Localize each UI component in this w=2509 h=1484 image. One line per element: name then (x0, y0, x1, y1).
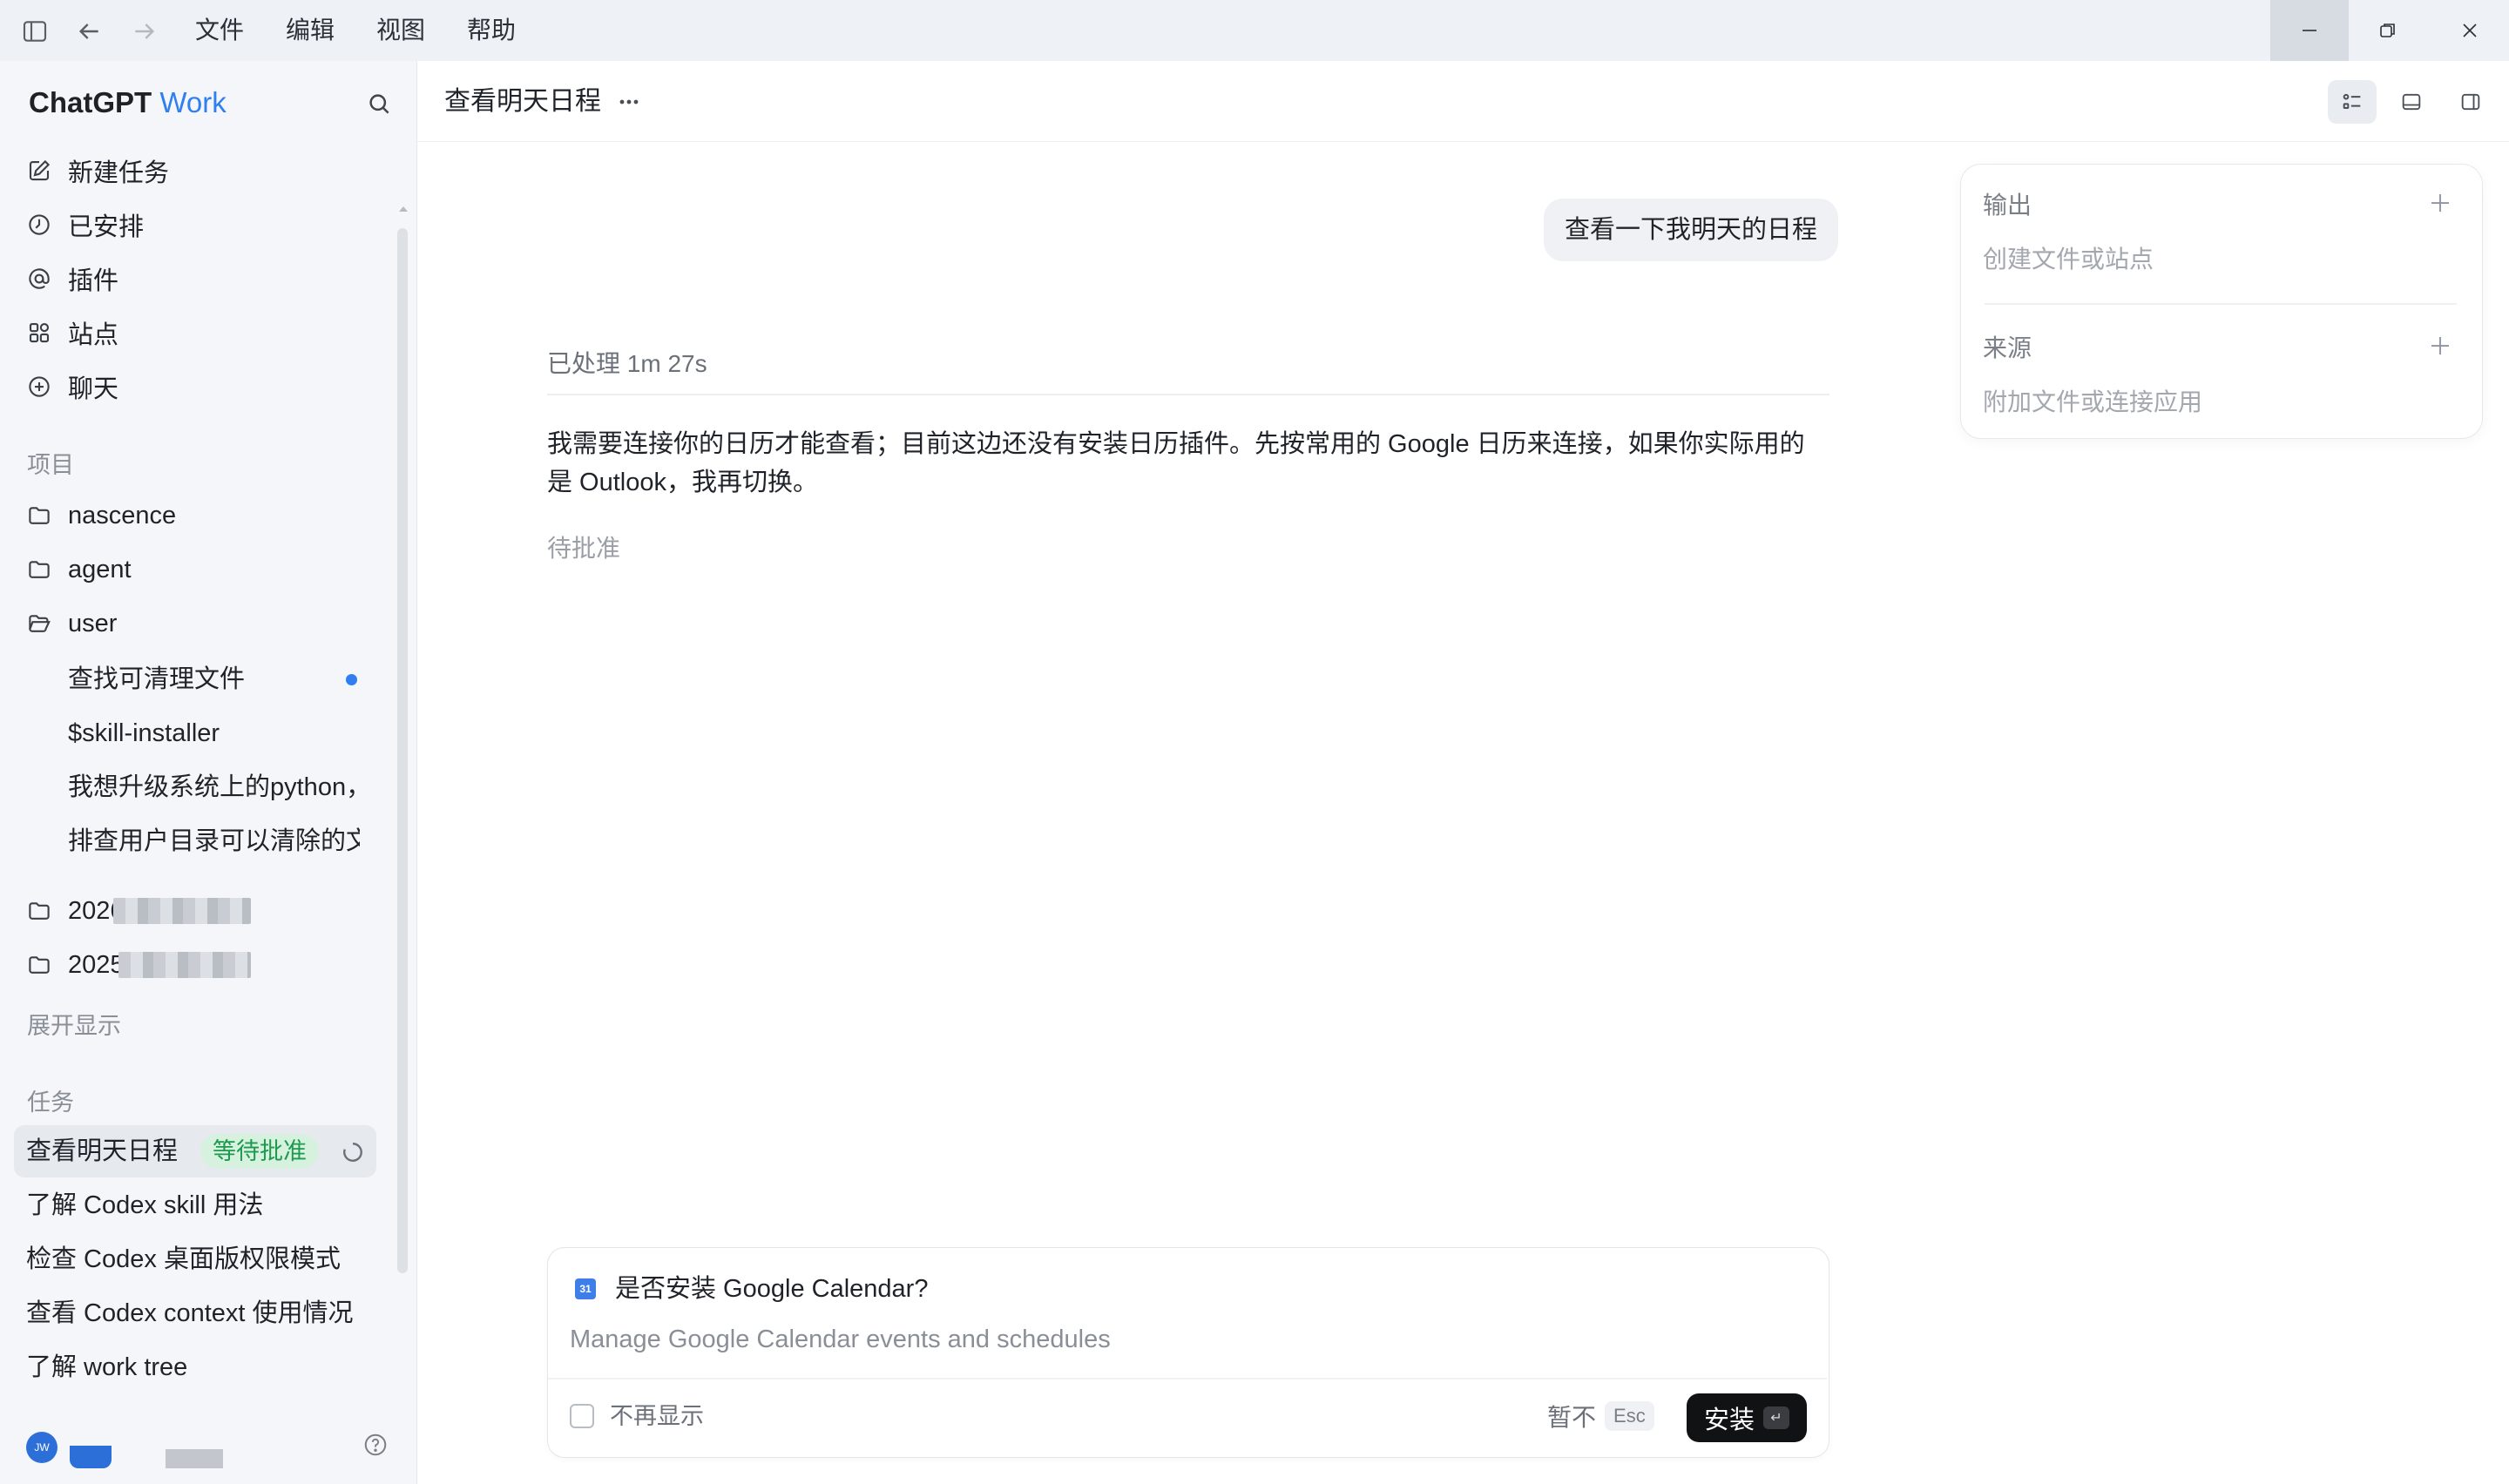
project-item-blurred[interactable]: 2026 (26, 894, 125, 928)
nav-new-task[interactable]: 新建任务 (26, 153, 169, 188)
list-item[interactable]: 我想升级系统上的python， (68, 770, 360, 805)
projects-section-label: 项目 (27, 452, 74, 478)
project-item-blurred[interactable]: 2025 (26, 948, 125, 982)
edit-icon (26, 158, 52, 184)
approval-status-text: 待批准 (547, 535, 621, 562)
project-label: 2025 (68, 950, 125, 979)
back-arrow-icon[interactable] (75, 17, 103, 45)
project-label: agent (68, 555, 132, 583)
folder-open-icon (26, 610, 52, 637)
list-item[interactable]: $skill-installer (68, 716, 360, 751)
source-section-subtitle: 附加文件或连接应用 (1983, 388, 2203, 415)
project-item-nascence[interactable]: nascence (26, 498, 176, 533)
task-item-active[interactable]: 查看明天日程 (26, 1134, 178, 1169)
project-item-agent[interactable]: agent (26, 552, 132, 587)
sidebar-toggle-icon[interactable] (21, 17, 49, 45)
scroll-up-arrow-icon[interactable] (396, 202, 410, 216)
clock-icon (26, 212, 52, 238)
dialog-title: 是否安装 Google Calendar? (615, 1275, 929, 1303)
app-brand: ChatGPT Work (29, 85, 227, 120)
bottom-panel-button[interactable] (2387, 80, 2436, 124)
enter-key-icon: ↵ (1763, 1406, 1789, 1429)
minimize-button[interactable] (2270, 0, 2349, 61)
project-label: nascence (68, 501, 177, 530)
menu-file[interactable]: 文件 (195, 16, 244, 45)
task-item[interactable]: 了解 Codex skill 用法 (26, 1188, 263, 1223)
dialog-description: Manage Google Calendar events and schedu… (570, 1325, 1111, 1353)
more-options-icon[interactable] (615, 91, 643, 113)
folder-icon (26, 898, 52, 924)
skip-label: 暂不 (1547, 1404, 1597, 1431)
user-message-bubble: 查看一下我明天的日程 (1544, 199, 1839, 261)
nav-label: 插件 (68, 267, 119, 295)
brand-name: ChatGPT (29, 86, 152, 118)
add-source-plus-icon[interactable] (2427, 333, 2453, 359)
avatar[interactable]: JW (26, 1432, 57, 1463)
expand-more-link[interactable]: 展开显示 (27, 1007, 121, 1041)
checkbox-label[interactable]: 不再显示 (610, 1400, 704, 1432)
sidebar-scrollbar[interactable] (397, 228, 408, 1273)
esc-key-hint: Esc (1605, 1401, 1654, 1431)
nav-sites[interactable]: 站点 (26, 315, 118, 350)
nav-label: 已安排 (68, 213, 145, 241)
panel-bottom-icon (2399, 90, 2424, 114)
redacted-block (70, 1446, 112, 1468)
list-icon (2340, 90, 2364, 114)
plus-circle-icon (26, 374, 52, 400)
at-icon (26, 266, 52, 292)
menu-edit[interactable]: 编辑 (286, 16, 335, 45)
output-section-title: 输出 (1983, 192, 2032, 219)
menu-view[interactable]: 视图 (376, 16, 425, 45)
tasks-section-label: 任务 (27, 1089, 74, 1116)
main-header (417, 61, 2509, 142)
skip-button[interactable]: 暂不 Esc (1547, 1399, 1654, 1433)
assistant-message: 我需要连接你的日历才能查看；目前这边还没有安装日历插件。先按常用的 Google… (547, 430, 1805, 496)
google-calendar-icon: 31 (575, 1278, 596, 1299)
nav-plugins[interactable]: 插件 (26, 261, 118, 296)
dont-show-again-checkbox[interactable] (570, 1404, 594, 1428)
source-section-title: 来源 (1983, 334, 2032, 361)
project-label: user (68, 609, 118, 637)
task-item[interactable]: 了解 work tree (26, 1350, 187, 1385)
nav-chat[interactable]: 聊天 (26, 369, 118, 404)
project-item-user[interactable]: user (26, 606, 117, 641)
list-item[interactable]: 查找可清理文件 (68, 662, 360, 697)
divider (1985, 303, 2457, 305)
folder-icon (26, 503, 52, 529)
nav-label: 聊天 (68, 375, 119, 403)
nav-scheduled[interactable]: 已安排 (26, 207, 144, 242)
unread-dot (346, 674, 357, 685)
install-label: 安装 (1703, 1406, 1755, 1434)
folder-icon (26, 556, 52, 583)
redacted-block (113, 898, 251, 924)
add-output-plus-icon[interactable] (2427, 190, 2453, 216)
task-item[interactable]: 查看 Codex context 使用情况 (26, 1296, 357, 1331)
menu-help[interactable]: 帮助 (467, 16, 516, 45)
search-icon[interactable] (366, 91, 392, 117)
panel-right-icon (2458, 90, 2483, 114)
folder-icon (26, 952, 52, 978)
redacted-block (166, 1449, 223, 1468)
task-item[interactable]: 检查 Codex 桌面版权限模式 (26, 1242, 341, 1277)
redacted-block (118, 952, 251, 978)
status-badge: 等待批准 (200, 1134, 319, 1169)
restore-button[interactable] (2349, 0, 2427, 61)
output-section-subtitle: 创建文件或站点 (1983, 246, 2154, 273)
nav-label: 新建任务 (68, 159, 170, 187)
outline-panel-button[interactable] (2328, 80, 2377, 124)
list-item[interactable]: 排查用户目录可以清除的文件 (68, 824, 360, 859)
divider (548, 1378, 1827, 1379)
loading-spinner-icon (342, 1141, 364, 1164)
brand-suffix: Work (159, 86, 227, 118)
divider (547, 394, 1829, 395)
forward-arrow-icon[interactable] (131, 17, 159, 45)
nav-label: 站点 (68, 321, 119, 349)
close-button[interactable] (2431, 0, 2509, 61)
page-title: 查看明天日程 (444, 87, 601, 116)
help-icon[interactable] (362, 1432, 389, 1458)
install-button[interactable]: 安装 ↵ (1687, 1393, 1807, 1442)
processing-time[interactable]: 已处理 1m 27s (547, 347, 707, 381)
right-panel-button[interactable] (2446, 80, 2495, 124)
apps-icon (26, 320, 52, 346)
